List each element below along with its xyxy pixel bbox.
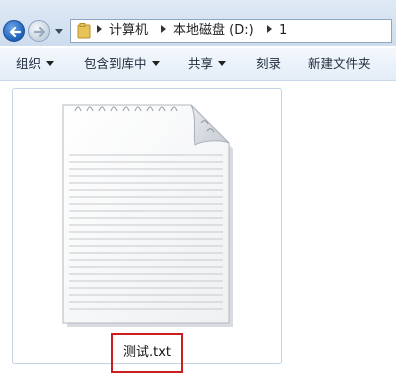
burn-label: 刻录: [256, 56, 282, 71]
organize-label: 组织: [16, 56, 42, 71]
forward-button[interactable]: [28, 20, 50, 42]
back-button[interactable]: [3, 20, 25, 42]
breadcrumb-folder-1[interactable]: 1: [279, 23, 287, 39]
chevron-down-icon: [46, 61, 55, 66]
breadcrumb-separator-icon[interactable]: [267, 25, 272, 33]
breadcrumb-separator-icon[interactable]: [161, 25, 166, 33]
organize-button[interactable]: 组织: [16, 56, 55, 72]
include-in-library-button[interactable]: 包含到库中: [84, 56, 160, 72]
arrow-right-icon: [33, 26, 46, 38]
burn-button[interactable]: 刻录: [256, 56, 281, 72]
breadcrumb-separator-icon[interactable]: [97, 25, 102, 33]
recent-pages-dropdown-icon[interactable]: [54, 28, 64, 36]
include-in-library-label: 包含到库中: [84, 56, 147, 71]
file-item[interactable]: 测试.txt: [12, 88, 282, 373]
command-toolbar: 组织 包含到库中 共享 刻录 新建文件夹: [0, 48, 396, 81]
text-document-icon: [62, 104, 233, 327]
address-bar-area: 计算机 本地磁盘 (D:) 1: [0, 0, 396, 46]
share-button[interactable]: 共享: [188, 56, 227, 72]
share-label: 共享: [188, 56, 214, 71]
folder-icon: [77, 23, 91, 39]
new-folder-button[interactable]: 新建文件夹: [308, 56, 371, 72]
breadcrumb-drive-d[interactable]: 本地磁盘 (D:): [173, 23, 254, 39]
chevron-down-icon: [218, 61, 227, 66]
breadcrumb-computer[interactable]: 计算机: [109, 23, 148, 39]
arrow-left-icon: [9, 26, 22, 38]
file-name-label[interactable]: 测试.txt: [111, 333, 183, 373]
chevron-down-icon: [151, 61, 160, 66]
new-folder-label: 新建文件夹: [308, 56, 371, 71]
breadcrumb[interactable]: 计算机 本地磁盘 (D:) 1: [70, 19, 392, 43]
